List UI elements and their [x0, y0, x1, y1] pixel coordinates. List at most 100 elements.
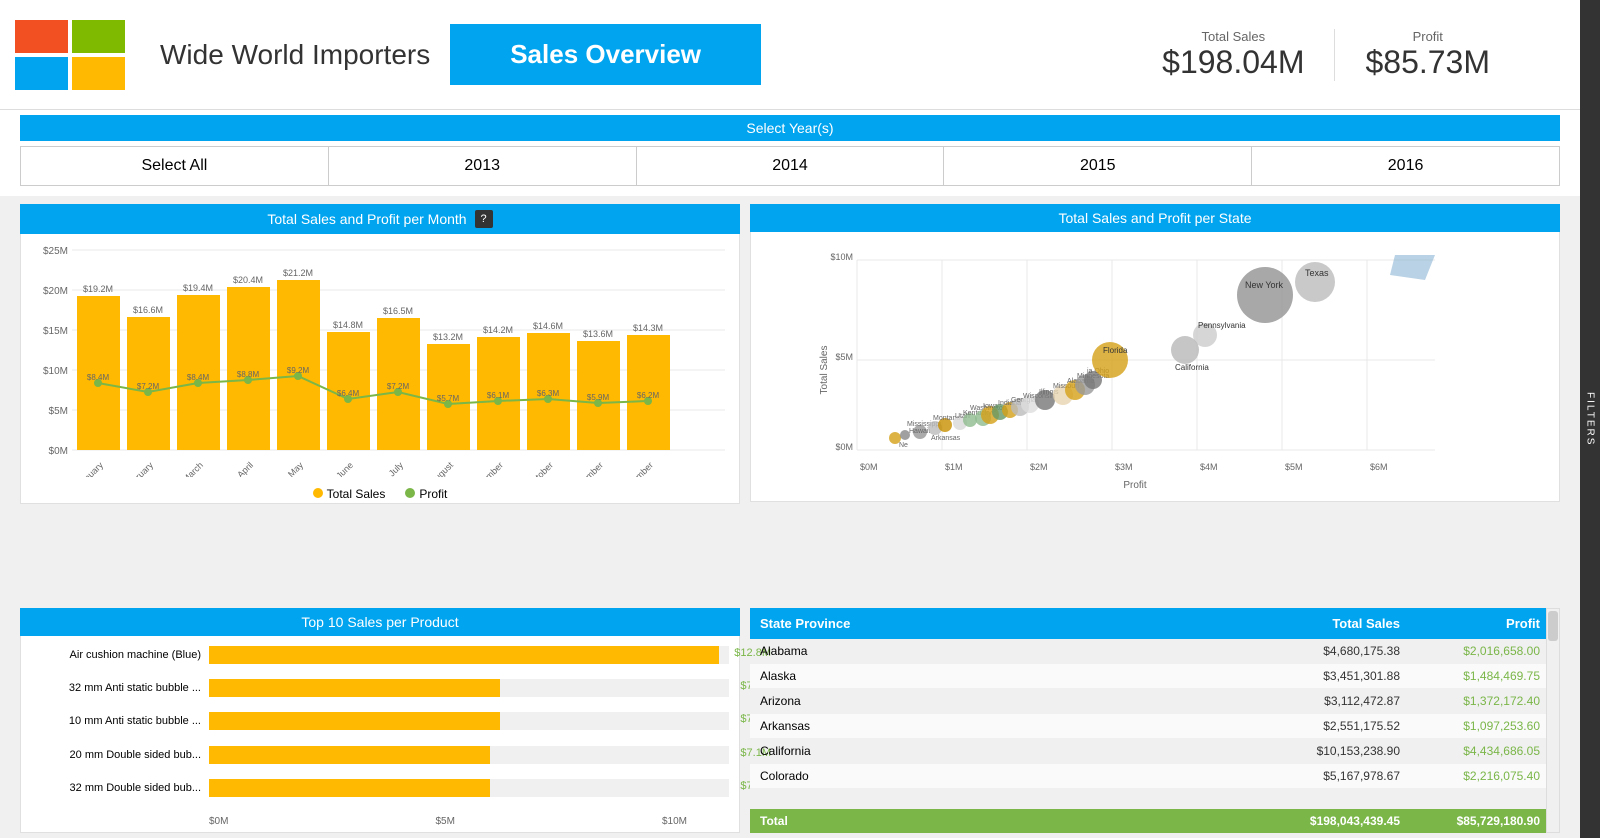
- svg-text:$20M: $20M: [43, 286, 68, 297]
- state-california: California: [750, 739, 950, 763]
- year-btn-select-all[interactable]: Select All: [21, 147, 329, 185]
- table-body: Alabama $4,680,175.38 $2,016,658.00 Alas…: [750, 639, 1560, 809]
- svg-text:February: February: [123, 460, 156, 477]
- svg-text:$7.2M: $7.2M: [387, 382, 410, 391]
- table-row-arkansas: Arkansas $2,551,175.52 $1,097,253.60: [750, 714, 1560, 739]
- header: Wide World Importers Sales Overview Tota…: [0, 0, 1580, 110]
- svg-text:October: October: [525, 460, 555, 477]
- year-selector: Select Year(s) Select All 2013 2014 2015…: [0, 110, 1580, 196]
- year-btn-2013[interactable]: 2013: [329, 147, 637, 185]
- sales-alaska: $3,451,301.88: [950, 664, 1410, 688]
- state-arkansas: Arkansas: [750, 714, 950, 738]
- svg-text:$5.9M: $5.9M: [587, 393, 610, 402]
- product-name-3: 10 mm Anti static bubble ...: [31, 715, 209, 727]
- product-name-5: 32 mm Double sided bub...: [31, 782, 209, 794]
- bar-chart-container: Total Sales and Profit per Month ? $25M …: [20, 204, 740, 603]
- svg-text:$15M: $15M: [43, 326, 68, 337]
- bar-chart-title: Total Sales and Profit per Month ?: [20, 204, 740, 234]
- svg-text:$4M: $4M: [1200, 462, 1218, 472]
- svg-text:$5M: $5M: [49, 406, 68, 417]
- page-title: Sales Overview: [450, 24, 761, 85]
- svg-text:$8.4M: $8.4M: [187, 373, 210, 382]
- svg-text:$19.2M: $19.2M: [83, 284, 113, 294]
- svg-text:Pennsylvania: Pennsylvania: [1198, 321, 1246, 330]
- table-total: Total $198,043,439.45 $85,729,180.90: [750, 809, 1560, 833]
- profit-stat: Profit $85.73M: [1334, 29, 1520, 81]
- profit-arkansas: $1,097,253.60: [1410, 714, 1560, 738]
- total-sales: $198,043,439.45: [950, 809, 1410, 833]
- profit-label: Profit: [1365, 29, 1490, 44]
- product-row-4: 20 mm Double sided bub... $7.1M: [31, 746, 729, 764]
- sales-colorado: $5,167,978.67: [950, 764, 1410, 788]
- sales-arkansas: $2,551,175.52: [950, 714, 1410, 738]
- logo-yellow: [72, 57, 125, 90]
- bar-chart-svg: $25M $20M $15M $10M $5M $0M: [29, 242, 731, 477]
- svg-text:November: November: [569, 460, 605, 477]
- year-selector-label: Select Year(s): [20, 115, 1560, 141]
- product-bar-4: $7.1M: [209, 746, 729, 764]
- table-row-arizona: Arizona $3,112,472.87 $1,372,172.40: [750, 689, 1560, 714]
- sales-california: $10,153,238.90: [950, 739, 1410, 763]
- svg-text:$10M: $10M: [43, 366, 68, 377]
- svg-text:$14.6M: $14.6M: [533, 321, 563, 331]
- company-name: Wide World Importers: [140, 39, 450, 71]
- product-row-1: Air cushion machine (Blue) $12.8M: [31, 646, 729, 664]
- svg-text:Florida: Florida: [1103, 346, 1128, 355]
- year-btn-2014[interactable]: 2014: [637, 147, 945, 185]
- total-sales-label: Total Sales: [1162, 29, 1304, 44]
- svg-text:$0M: $0M: [860, 462, 878, 472]
- state-colorado: Colorado: [750, 764, 950, 788]
- product-bar-5: $7.1M: [209, 779, 729, 797]
- product-row-2: 32 mm Anti static bubble ... $7.3M: [31, 679, 729, 697]
- legend-profit: Profit: [405, 487, 447, 501]
- product-bar-1: $12.8M: [209, 646, 729, 664]
- table-row-alaska: Alaska $3,451,301.88 $1,484,469.75: [750, 664, 1560, 689]
- table-row-alabama: Alabama $4,680,175.38 $2,016,658.00: [750, 639, 1560, 664]
- svg-text:March: March: [180, 460, 205, 477]
- svg-text:$8.4M: $8.4M: [87, 373, 110, 382]
- product-name-4: 20 mm Double sided bub...: [31, 749, 209, 761]
- svg-text:Profit: Profit: [1123, 480, 1147, 491]
- sales-alabama: $4,680,175.38: [950, 639, 1410, 663]
- svg-text:$3M: $3M: [1115, 462, 1133, 472]
- scrollbar[interactable]: [1546, 608, 1560, 833]
- state-table: State Province Total Sales Profit Alabam…: [750, 608, 1560, 833]
- svg-text:$0M: $0M: [49, 446, 68, 457]
- legend-sales: Total Sales: [313, 487, 386, 501]
- year-btn-2016[interactable]: 2016: [1252, 147, 1559, 185]
- sales-arizona: $3,112,472.87: [950, 689, 1410, 713]
- svg-text:$1M: $1M: [945, 462, 963, 472]
- svg-text:December: December: [619, 460, 655, 477]
- header-stats: Total Sales $198.04M Profit $85.73M: [1132, 29, 1580, 81]
- svg-text:$2M: $2M: [1030, 462, 1048, 472]
- svg-text:Texas: Texas: [1305, 268, 1329, 278]
- svg-text:$6.1M: $6.1M: [487, 391, 510, 400]
- product-row-3: 10 mm Anti static bubble ... $7.3M: [31, 712, 729, 730]
- profit-colorado: $2,216,075.40: [1410, 764, 1560, 788]
- svg-text:$14.2M: $14.2M: [483, 325, 513, 335]
- filters-sidebar[interactable]: FILTERS: [1580, 0, 1600, 838]
- table-row-california: California $10,153,238.90 $4,434,686.05: [750, 739, 1560, 764]
- svg-text:New York: New York: [1245, 280, 1284, 290]
- scatter-chart-title: Total Sales and Profit per State: [750, 204, 1560, 232]
- state-alaska: Alaska: [750, 664, 950, 688]
- svg-text:Ne: Ne: [899, 442, 908, 449]
- table-header: State Province Total Sales Profit: [750, 608, 1560, 639]
- logo-red: [15, 20, 68, 53]
- filters-label[interactable]: FILTERS: [1585, 392, 1596, 446]
- logo: [0, 10, 140, 100]
- table-row-colorado: Colorado $5,167,978.67 $2,216,075.40: [750, 764, 1560, 789]
- svg-text:Hawaii: Hawaii: [909, 428, 930, 435]
- product-name-1: Air cushion machine (Blue): [31, 649, 209, 661]
- profit-value: $85.73M: [1365, 44, 1490, 81]
- help-icon[interactable]: ?: [475, 210, 493, 228]
- scatter-chart-container: Total Sales and Profit per State Total S…: [750, 204, 1560, 603]
- svg-text:$6.3M: $6.3M: [537, 389, 560, 398]
- product-bar-3: $7.3M: [209, 712, 729, 730]
- svg-text:$6.4M: $6.4M: [337, 389, 360, 398]
- svg-text:California: California: [1175, 363, 1209, 372]
- svg-text:$6.2M: $6.2M: [637, 391, 660, 400]
- year-btn-2015[interactable]: 2015: [944, 147, 1252, 185]
- svg-text:$20.4M: $20.4M: [233, 275, 263, 285]
- bar-chart-legend: Total Sales Profit: [29, 482, 731, 509]
